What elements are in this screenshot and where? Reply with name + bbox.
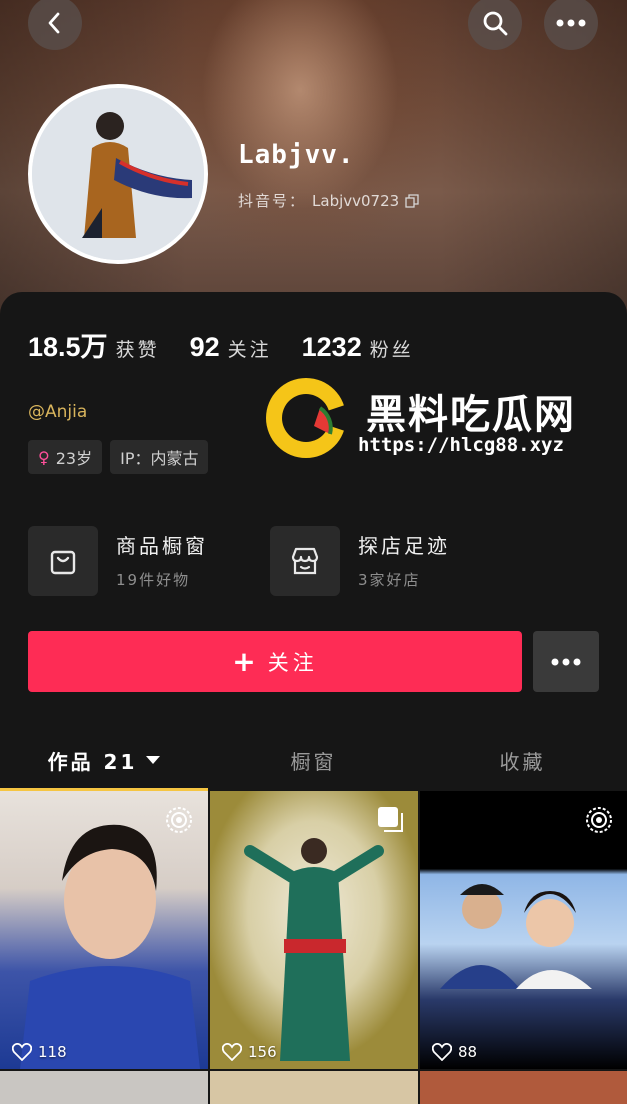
multi-image-icon <box>378 807 403 832</box>
heart-icon <box>222 1043 242 1061</box>
stat-label: 获赞 <box>115 339 160 361</box>
watermark-logo-icon <box>266 378 350 458</box>
video-likes: 88 <box>432 1043 477 1061</box>
stat-label: 关注 <box>227 339 272 361</box>
video-thumbnail[interactable] <box>420 1071 627 1104</box>
profile-nickname: Labjvv. <box>238 140 355 170</box>
profile-handle: @Anjia <box>28 402 88 422</box>
video-likes-count: 156 <box>248 1043 277 1061</box>
video-thumbnail[interactable]: 156 <box>210 791 418 1069</box>
video-thumbnail[interactable] <box>0 1071 208 1104</box>
live-photo-icon <box>166 807 192 833</box>
store-icon <box>270 526 340 596</box>
shop-window-title: 商品橱窗 <box>116 534 208 558</box>
stat-likes[interactable]: 18.5万 获赞 <box>28 325 160 364</box>
tab-works[interactable]: 作品 21 <box>0 730 209 790</box>
live-photo-icon <box>586 807 612 833</box>
video-likes: 118 <box>12 1043 67 1061</box>
store-visits-title: 探店足迹 <box>358 534 450 558</box>
heart-icon <box>432 1043 452 1061</box>
follow-button[interactable]: + 关注 <box>28 631 522 692</box>
avatar-image <box>32 88 204 260</box>
stat-label: 粉丝 <box>369 339 414 361</box>
video-grid-row-partial <box>0 1071 627 1104</box>
tab-favorites[interactable]: 收藏 <box>418 730 627 790</box>
video-thumbnail[interactable]: 118 <box>0 791 208 1069</box>
tab-works-label: 作品 21 <box>47 749 138 774</box>
ip-tag-label: IP：内蒙古 <box>120 449 199 468</box>
video-likes-count: 118 <box>38 1043 67 1061</box>
tab-showcase[interactable]: 橱窗 <box>209 730 418 790</box>
content-tabs: 作品 21 橱窗 收藏 <box>0 730 627 790</box>
shopping-bag-icon <box>28 526 98 596</box>
video-grid: 118 156 88 <box>0 791 627 1069</box>
douyin-id[interactable]: 抖音号： Labjvv0723 <box>238 190 419 211</box>
store-visits-subtitle: 3家好店 <box>358 571 421 589</box>
stat-value: 1232 <box>301 332 362 362</box>
more-dots-icon <box>556 19 586 27</box>
avatar[interactable] <box>28 84 208 264</box>
follow-button-label: 关注 <box>267 650 318 675</box>
age-tag: ♀ 23岁 <box>28 440 103 474</box>
stat-value: 18.5万 <box>28 332 108 362</box>
more-dots-icon <box>551 658 581 665</box>
douyin-id-label: 抖音号： <box>238 192 307 210</box>
watermark-url: https://hlcg88.xyz <box>358 434 564 456</box>
chevron-left-icon <box>48 12 60 34</box>
female-icon: ♀ <box>38 447 50 467</box>
stats-row: 18.5万 获赞 92 关注 1232 粉丝 <box>28 325 414 364</box>
tag-row: ♀ 23岁 IP：内蒙古 <box>28 440 209 474</box>
search-icon <box>483 11 508 36</box>
tab-showcase-label: 橱窗 <box>290 749 337 774</box>
stat-following[interactable]: 92 关注 <box>190 332 272 363</box>
ip-tag: IP：内蒙古 <box>110 440 209 474</box>
tab-favorites-label: 收藏 <box>499 749 546 774</box>
video-thumbnail[interactable] <box>210 1071 418 1104</box>
caret-down-icon <box>146 756 161 764</box>
heart-icon <box>12 1043 32 1061</box>
douyin-id-value: Labjvv0723 <box>312 191 400 210</box>
age-tag-label: 23岁 <box>55 449 93 468</box>
plus-icon: + <box>232 645 260 678</box>
video-thumbnail[interactable]: 88 <box>420 791 627 1069</box>
shop-window-subtitle: 19件好物 <box>116 571 191 589</box>
shop-window-entry[interactable]: 商品橱窗 19件好物 <box>28 526 208 596</box>
store-visits-entry[interactable]: 探店足迹 3家好店 <box>270 526 450 596</box>
stat-value: 92 <box>189 332 220 362</box>
watermark-title: 黑料吃瓜网 <box>366 392 576 438</box>
shop-row: 商品橱窗 19件好物 探店足迹 3家好店 <box>28 526 450 596</box>
copy-icon[interactable] <box>405 193 419 208</box>
stat-followers[interactable]: 1232 粉丝 <box>302 332 414 363</box>
video-likes: 156 <box>222 1043 277 1061</box>
follow-more-button[interactable] <box>533 631 599 692</box>
video-likes-count: 88 <box>458 1043 478 1061</box>
